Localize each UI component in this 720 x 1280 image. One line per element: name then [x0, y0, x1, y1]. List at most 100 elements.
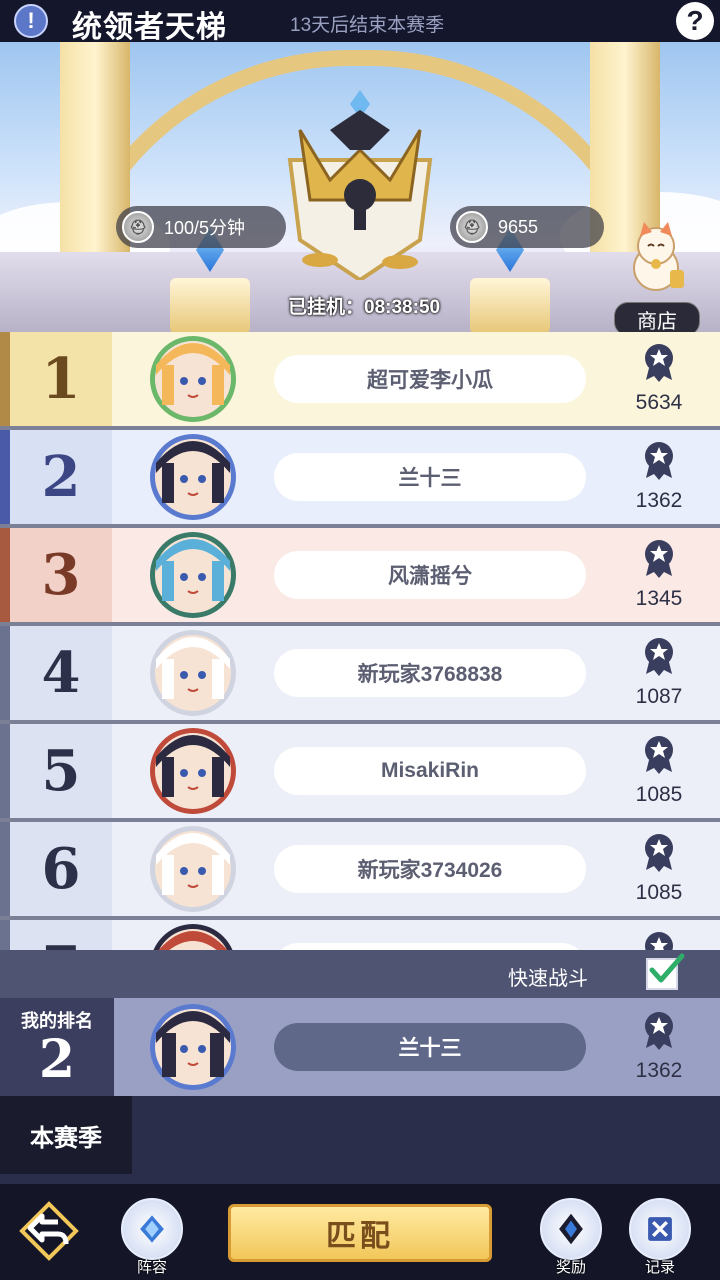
pedestal-left: [170, 278, 250, 332]
player-score: 1085: [620, 734, 698, 814]
idle-label: 已挂机：: [288, 297, 365, 318]
my-score-value: 1362: [635, 1059, 683, 1082]
tab-current-season[interactable]: 本赛季: [0, 1096, 132, 1174]
helmet-coin-icon: ⛑: [456, 211, 488, 243]
medal-icon: [645, 638, 673, 676]
stamina-display: ⛑ 100/5分钟: [116, 206, 286, 248]
my-name-pill: 兰十三: [274, 1023, 586, 1071]
player-score-value: 5634: [635, 391, 683, 414]
my-rank-row: 我的排名 2 兰十三 1362: [0, 998, 720, 1096]
rank-number: 7: [42, 934, 81, 950]
season-countdown: 13天后结束本赛季: [290, 15, 445, 36]
player-avatar[interactable]: [148, 629, 238, 717]
player-avatar[interactable]: [148, 531, 238, 619]
match-button[interactable]: 匹配: [228, 1204, 492, 1262]
help-button[interactable]: ?: [676, 2, 714, 40]
lucky-cat-icon: [633, 222, 684, 291]
record-button[interactable]: [629, 1198, 691, 1260]
player-score: 1087: [620, 636, 698, 716]
medal-icon: [645, 1012, 673, 1050]
rank-cell: 1: [0, 332, 112, 426]
medal-icon: [645, 736, 673, 774]
rank-cell: 4: [0, 626, 112, 720]
player-score-value: 1085: [635, 881, 683, 904]
back-arrow-button[interactable]: [18, 1200, 80, 1262]
medal-icon: [645, 344, 673, 382]
ranking-row[interactable]: 3 风潇摇兮 1345: [0, 528, 720, 622]
player-score: 1362: [620, 440, 698, 520]
ranking-row[interactable]: 5 MisakiRin 1085: [0, 724, 720, 818]
coin-value: 9655: [498, 216, 539, 237]
rank-number: 3: [41, 542, 81, 608]
arena-banner: ⛑ 100/5分钟 ⛑ 9655 已挂机：08:38:50 商店: [0, 42, 720, 332]
pillar-left: [60, 42, 130, 282]
player-avatar[interactable]: [148, 923, 238, 950]
pedestal-right: [470, 278, 550, 332]
rank-cell: 3: [0, 528, 112, 622]
check-icon: [649, 953, 685, 983]
helmet-token-icon: ⛑: [122, 211, 154, 243]
player-avatar[interactable]: [148, 433, 238, 521]
player-score-value: 1345: [635, 587, 683, 610]
player-score: [620, 930, 698, 950]
player-avatar[interactable]: [148, 825, 238, 913]
top-bar: ! 统领者天梯 13天后结束本赛季 ?: [0, 0, 720, 45]
medal-icon: [645, 834, 673, 872]
shop-button[interactable]: 商店: [612, 218, 700, 332]
medal-icon: [645, 540, 673, 578]
bottom-bar: 阵容 匹配 奖励 记录: [0, 1184, 720, 1280]
player-score: 1085: [620, 832, 698, 912]
rank-number: 2: [41, 444, 81, 510]
shop-label: 商店: [614, 302, 700, 332]
player-name-pill: 新玩家3734026: [274, 845, 586, 893]
page-title: 统领者天梯: [72, 10, 227, 45]
quick-battle-label: 快速战斗: [508, 968, 588, 990]
ranking-row[interactable]: 2 兰十三 1362: [0, 430, 720, 524]
coin-display: ⛑ 9655: [450, 206, 604, 248]
ranking-list[interactable]: 1 超可爱李小瓜 5634 2 兰十三 1362 3 风潇摇兮 1345 4 新…: [0, 332, 720, 950]
rank-cell: 7: [0, 920, 112, 950]
player-score-value: 1362: [635, 489, 683, 512]
my-score: 1362: [620, 1010, 698, 1090]
rank-number: 6: [41, 836, 81, 902]
idle-time: 08:38:50: [364, 297, 441, 318]
ladder-crest-emblem: [287, 90, 433, 280]
rank-cell: 5: [0, 724, 112, 818]
medal-icon: [645, 442, 673, 480]
record-icon: [648, 1217, 672, 1241]
player-score-value: 1087: [635, 685, 683, 708]
player-name-pill: 风潇摇兮: [274, 551, 586, 599]
season-area: 本赛季: [0, 1096, 720, 1184]
rank-cell: 2: [0, 430, 112, 524]
lineup-icon: [140, 1215, 164, 1243]
reward-label: 奖励: [555, 1259, 586, 1276]
record-label: 记录: [644, 1259, 675, 1276]
info-icon-button[interactable]: !: [14, 4, 48, 38]
player-avatar[interactable]: [148, 727, 238, 815]
my-avatar[interactable]: [148, 1003, 238, 1091]
reward-button[interactable]: [540, 1198, 602, 1260]
medal-icon: [645, 932, 673, 950]
my-rank-cell: 我的排名 2: [0, 998, 114, 1096]
player-name-pill: 超可爱李小瓜: [274, 355, 586, 403]
ranking-row[interactable]: 6 新玩家3734026 1085: [0, 822, 720, 916]
player-name-pill: 新玩家3768838: [274, 649, 586, 697]
player-score: 1345: [620, 538, 698, 618]
quick-battle-bar: 快速战斗: [0, 950, 720, 998]
quick-battle-checkbox[interactable]: [646, 953, 685, 990]
rank-number: 4: [41, 640, 81, 706]
player-score: 5634: [620, 342, 698, 422]
rank-number: 1: [41, 346, 81, 412]
my-rank-number: 2: [38, 1029, 76, 1090]
player-name-pill: 兰十三: [274, 453, 586, 501]
ranking-row[interactable]: 7: [0, 920, 720, 950]
player-avatar[interactable]: [148, 335, 238, 423]
stamina-value: 100/5分钟: [164, 218, 246, 238]
rank-cell: 6: [0, 822, 112, 916]
ranking-row[interactable]: 4 新玩家3768838 1087: [0, 626, 720, 720]
player-score-value: 1085: [635, 783, 683, 806]
ranking-row[interactable]: 1 超可爱李小瓜 5634: [0, 332, 720, 426]
player-name-pill: MisakiRin: [274, 747, 586, 795]
lineup-label: 阵容: [136, 1259, 167, 1276]
lineup-button[interactable]: [121, 1198, 183, 1260]
